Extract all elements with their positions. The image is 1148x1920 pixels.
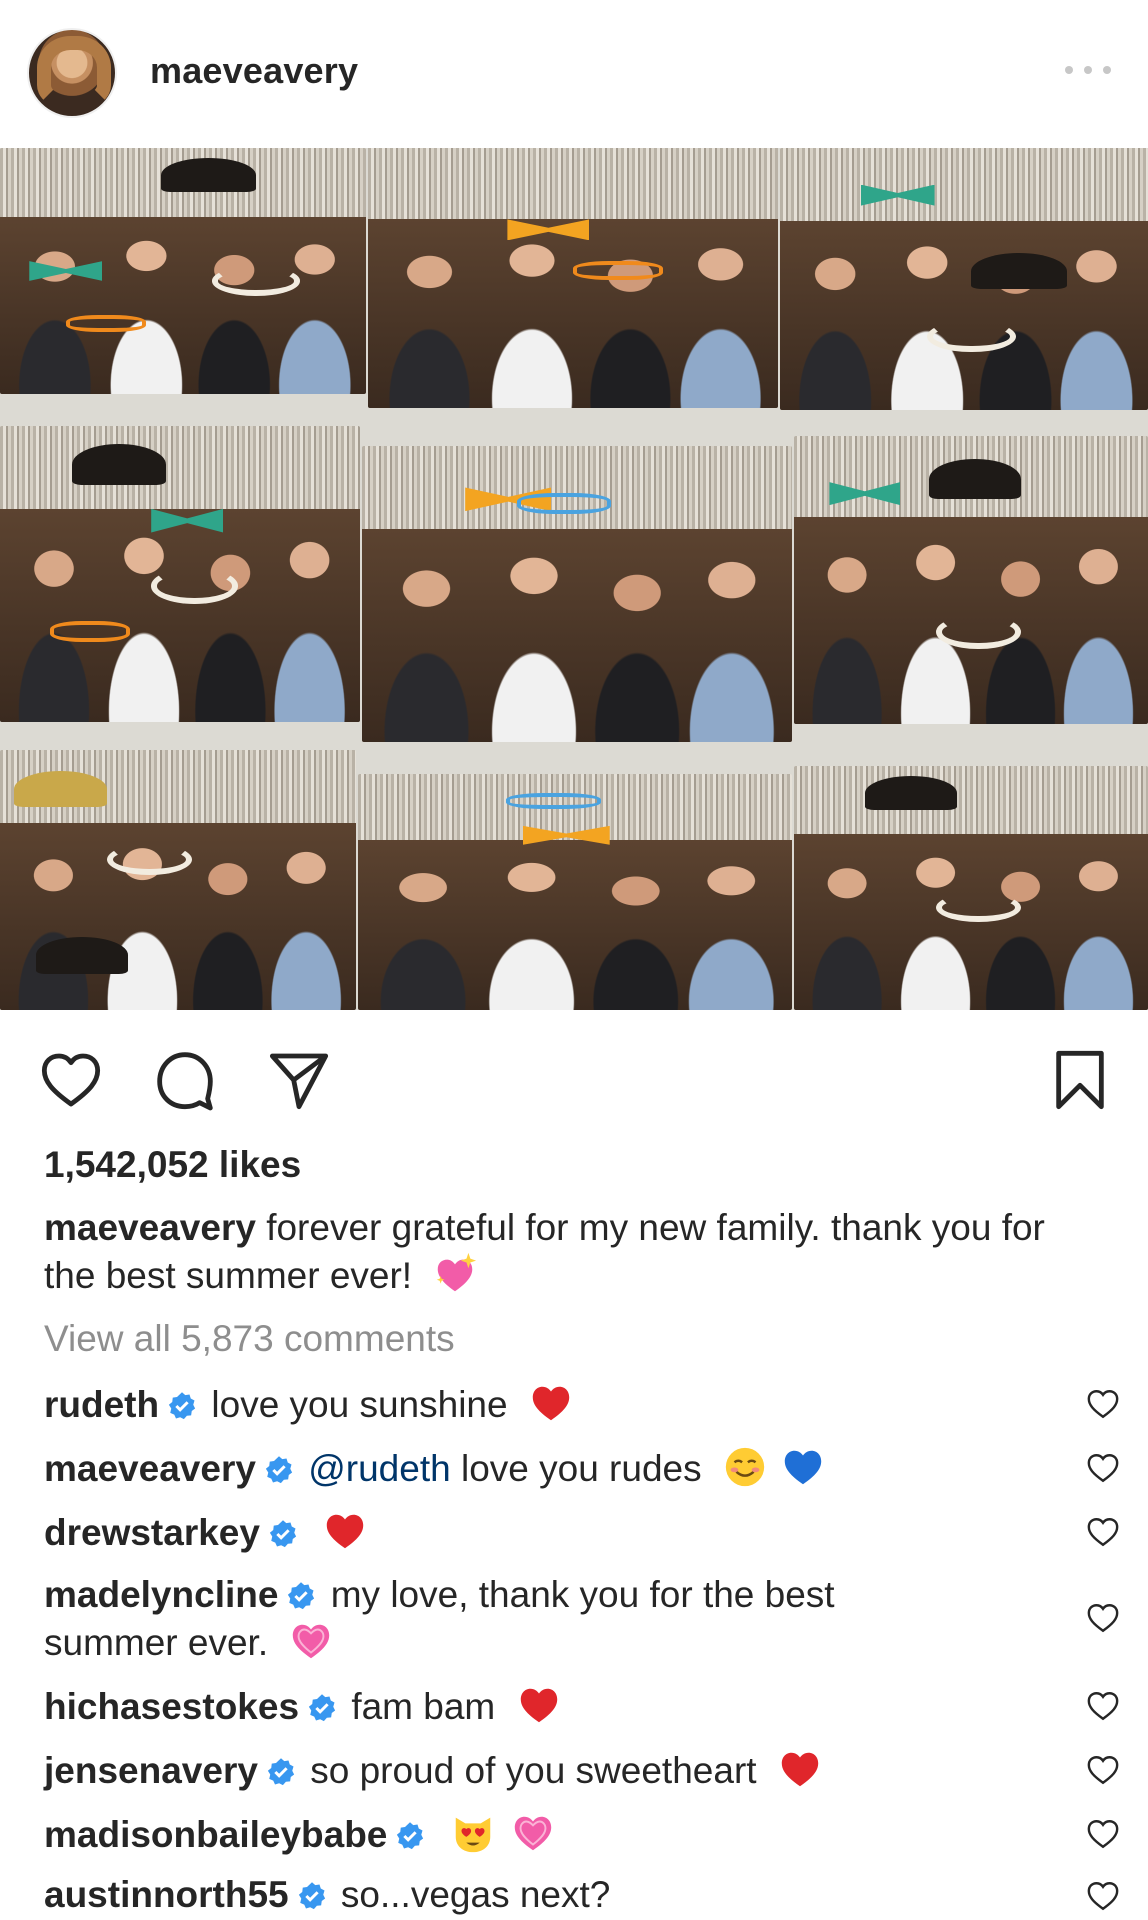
bookmark-icon[interactable] bbox=[1045, 1045, 1115, 1115]
speech-bubble-icon[interactable] bbox=[150, 1045, 220, 1115]
comment-item: rudeth love you sunshine bbox=[44, 1380, 1054, 1428]
heart-eyes-cat-icon bbox=[450, 1810, 496, 1856]
verified-badge-icon bbox=[167, 1386, 197, 1420]
comment-username[interactable]: maeveavery bbox=[44, 1448, 256, 1489]
verified-badge-icon bbox=[395, 1816, 425, 1850]
blue-heart-icon bbox=[780, 1444, 826, 1490]
verified-badge-icon bbox=[266, 1752, 296, 1786]
action-bar bbox=[0, 1010, 1148, 1140]
red-heart-icon bbox=[322, 1508, 368, 1554]
comment-text: love you sunshine bbox=[211, 1384, 508, 1425]
caption-username[interactable]: maeveavery bbox=[44, 1207, 256, 1248]
comment-like-heart-icon[interactable] bbox=[1086, 1817, 1120, 1851]
photo-strip bbox=[368, 148, 778, 408]
ellipsis-icon[interactable] bbox=[1065, 63, 1111, 77]
red-heart-icon bbox=[528, 1380, 574, 1426]
red-heart-icon bbox=[777, 1746, 823, 1792]
photo-strip bbox=[780, 148, 1148, 410]
author-username[interactable]: maeveavery bbox=[150, 50, 358, 92]
comment-item: madelyncline my love, thank you for the … bbox=[44, 1572, 914, 1666]
paper-plane-icon[interactable] bbox=[264, 1045, 334, 1115]
comment-item: hichasestokes fam bam bbox=[44, 1682, 1054, 1730]
comment-username[interactable]: austinnorth55 bbox=[44, 1874, 289, 1915]
photo-strip bbox=[0, 750, 356, 1010]
comment-text: so proud of you sweetheart bbox=[310, 1750, 757, 1791]
pink-heart-icon bbox=[288, 1618, 334, 1664]
comment-username[interactable]: madelyncline bbox=[44, 1574, 278, 1615]
author-avatar[interactable] bbox=[27, 28, 117, 118]
comment-like-heart-icon[interactable] bbox=[1086, 1515, 1120, 1549]
post-caption: maeveavery forever grateful for my new f… bbox=[44, 1205, 1084, 1299]
verified-badge-icon bbox=[268, 1514, 298, 1548]
comment-like-heart-icon[interactable] bbox=[1086, 1753, 1120, 1787]
heart-outline-icon[interactable] bbox=[36, 1045, 106, 1115]
comment-username[interactable]: madisonbaileybabe bbox=[44, 1814, 387, 1855]
comment-like-heart-icon[interactable] bbox=[1086, 1387, 1120, 1421]
verified-badge-icon bbox=[286, 1576, 316, 1610]
like-count[interactable]: 1,542,052 likes bbox=[44, 1144, 301, 1186]
comment-like-heart-icon[interactable] bbox=[1086, 1689, 1120, 1723]
comment-text: so...vegas next? bbox=[340, 1874, 611, 1915]
comment-text: love you rudes bbox=[460, 1448, 702, 1489]
comment-like-heart-icon[interactable] bbox=[1086, 1601, 1120, 1635]
comment-item: maeveavery @rudeth love you rudes bbox=[44, 1444, 1054, 1492]
comment-item: austinnorth55 so...vegas next? bbox=[44, 1872, 1054, 1918]
pink-heart-icon bbox=[510, 1810, 556, 1856]
comment-username[interactable]: rudeth bbox=[44, 1384, 159, 1425]
comment-like-heart-icon[interactable] bbox=[1086, 1451, 1120, 1485]
photo-strip bbox=[358, 774, 792, 1010]
photo-strip bbox=[794, 436, 1148, 724]
verified-badge-icon bbox=[297, 1876, 327, 1910]
post-photo[interactable] bbox=[0, 148, 1148, 1010]
comment-like-heart-icon[interactable] bbox=[1086, 1879, 1120, 1913]
comment-item: madisonbaileybabe bbox=[44, 1810, 1054, 1858]
photo-strip bbox=[0, 426, 360, 722]
sparkling-heart-icon bbox=[432, 1251, 478, 1297]
view-all-comments-link[interactable]: View all 5,873 comments bbox=[44, 1318, 455, 1360]
comment-item: jensenavery so proud of you sweetheart bbox=[44, 1746, 1054, 1794]
photo-strip bbox=[0, 148, 366, 394]
comment-text: fam bam bbox=[351, 1686, 496, 1727]
photo-strip bbox=[794, 766, 1148, 1010]
comment-username[interactable]: hichasestokes bbox=[44, 1686, 299, 1727]
red-heart-icon bbox=[516, 1682, 562, 1728]
verified-badge-icon bbox=[307, 1688, 337, 1722]
comment-username[interactable]: drewstarkey bbox=[44, 1512, 260, 1553]
post-header: maeveavery bbox=[0, 0, 1148, 148]
photo-strip bbox=[362, 446, 792, 742]
smiling-face-icon bbox=[722, 1444, 768, 1490]
comment-item: drewstarkey bbox=[44, 1508, 1054, 1556]
verified-badge-icon bbox=[264, 1450, 294, 1484]
comment-username[interactable]: jensenavery bbox=[44, 1750, 258, 1791]
comment-mention-link[interactable]: @rudeth bbox=[308, 1448, 450, 1489]
